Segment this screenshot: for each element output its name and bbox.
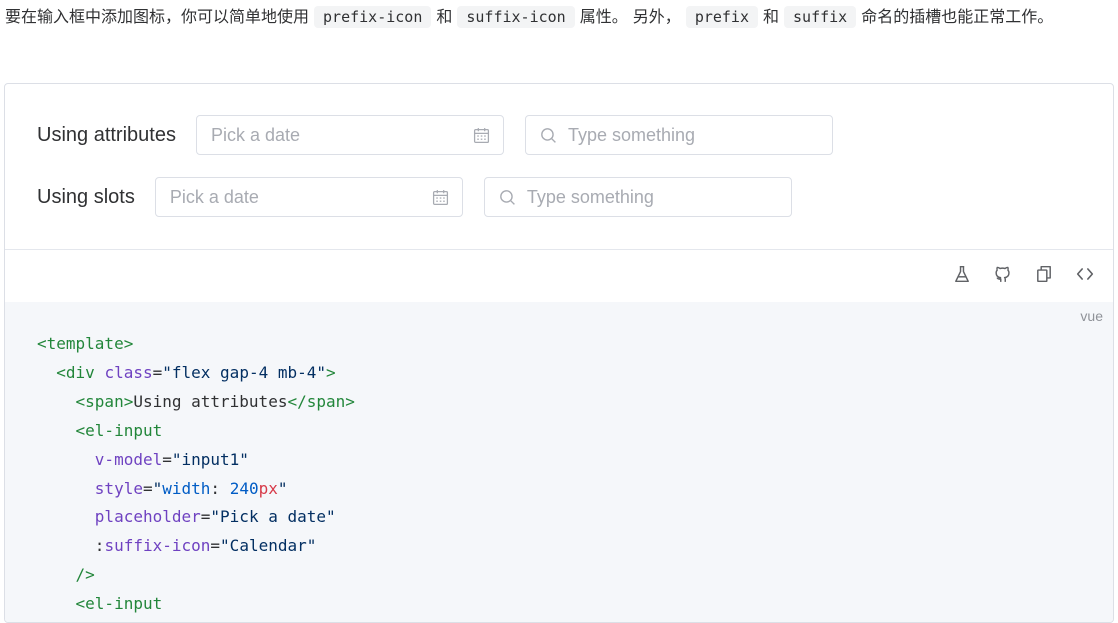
code-token: : — [210, 478, 230, 498]
code-line: <div class="flex gap-4 mb-4"> — [37, 359, 355, 388]
code-toggle-icon[interactable] — [1075, 264, 1095, 284]
date-input-placeholder: Pick a date — [210, 124, 301, 145]
code-token: > — [326, 362, 336, 382]
github-icon[interactable] — [993, 264, 1013, 284]
code-block: vue <template> <div class="flex gap-4 mb… — [5, 302, 1113, 622]
code-token: "input1" — [171, 449, 249, 469]
code-token: /> — [75, 565, 95, 585]
demo-row-slots: Using slots Pick a date Type something — [37, 177, 813, 217]
code-line: <template> — [37, 330, 355, 359]
code-token: = — [162, 449, 172, 469]
code-token: = — [152, 362, 163, 382]
description-part-1: 要在输入框中添加图标，你可以简单地使用 — [5, 7, 310, 26]
code-line: placeholder="Pick a date" — [37, 503, 355, 532]
code-token: v-model — [94, 449, 163, 469]
code-prefix: prefix — [685, 6, 758, 28]
row-label: Using slots — [37, 185, 135, 208]
text-input-slots[interactable]: Type something — [483, 177, 792, 217]
row-label: Using attributes — [37, 123, 176, 146]
code-prefix-icon: prefix-icon — [314, 6, 432, 28]
code-token: " — [152, 478, 163, 498]
demo-row-attributes: Using attributes Pick a date Type someth… — [37, 115, 854, 155]
code-line: style="width: 240px" — [37, 475, 355, 504]
code-token: : — [37, 536, 105, 556]
code-language-label: vue — [1080, 308, 1103, 324]
code-token: <template> — [37, 334, 134, 353]
description-part-3: 属性。 另外， — [579, 7, 681, 26]
copy-icon[interactable] — [1034, 264, 1054, 284]
code-suffix-icon: suffix-icon — [457, 6, 575, 28]
code-token: suffix-icon — [104, 536, 211, 556]
code-token: </span> — [287, 391, 355, 411]
text-input-placeholder: Type something — [526, 186, 654, 207]
description-part-2: 和 — [436, 7, 453, 26]
date-input-slots[interactable]: Pick a date — [154, 177, 463, 217]
code-token: Using attributes — [133, 391, 288, 411]
code-suffix: suffix — [784, 6, 857, 28]
code-token: 240 — [229, 478, 259, 498]
search-icon — [499, 188, 517, 206]
demo-divider — [5, 249, 1113, 250]
code-source: <template> <div class="flex gap-4 mb-4">… — [37, 330, 355, 619]
playground-flask-icon[interactable] — [952, 264, 972, 284]
code-token: <span> — [75, 391, 134, 411]
search-icon — [540, 126, 558, 144]
description-part-4: 和 — [763, 7, 780, 26]
code-token: = — [210, 536, 221, 556]
demo-toolbar — [931, 264, 1095, 284]
code-token: = — [142, 478, 153, 498]
code-token: " — [277, 478, 288, 498]
code-token: <el-input — [75, 420, 163, 440]
code-token: placeholder — [94, 507, 201, 527]
demo-block: Using attributes Pick a date Type someth… — [4, 83, 1114, 623]
code-line: <el-input — [37, 417, 355, 446]
code-line: <span>Using attributes</span> — [37, 388, 355, 417]
code-token: px — [258, 478, 278, 498]
description-text: 要在输入框中添加图标，你可以简单地使用 prefix-icon 和 suffix-ic… — [5, 2, 1115, 32]
calendar-icon — [473, 126, 491, 144]
text-input-attributes[interactable]: Type something — [524, 115, 833, 155]
calendar-icon — [432, 188, 450, 206]
code-token: <div — [56, 362, 95, 382]
code-token: "Pick a date" — [210, 507, 336, 527]
code-token: = — [200, 507, 211, 527]
code-token: class — [104, 362, 153, 382]
description-part-5: 命名的插槽也能正常工作。 — [861, 7, 1054, 26]
text-input-placeholder: Type something — [567, 124, 696, 145]
code-token: width — [162, 478, 211, 498]
date-input-attributes[interactable]: Pick a date — [195, 115, 504, 155]
date-input-placeholder: Pick a date — [169, 186, 259, 207]
code-line: :suffix-icon="Calendar" — [37, 532, 355, 561]
code-token: "flex gap-4 mb-4" — [162, 362, 327, 382]
code-token: style — [94, 478, 143, 498]
code-line: /> — [37, 561, 355, 590]
code-line: v-model="input1" — [37, 446, 355, 475]
code-token: <el-input — [75, 594, 163, 614]
code-token: "Calendar" — [220, 536, 317, 556]
